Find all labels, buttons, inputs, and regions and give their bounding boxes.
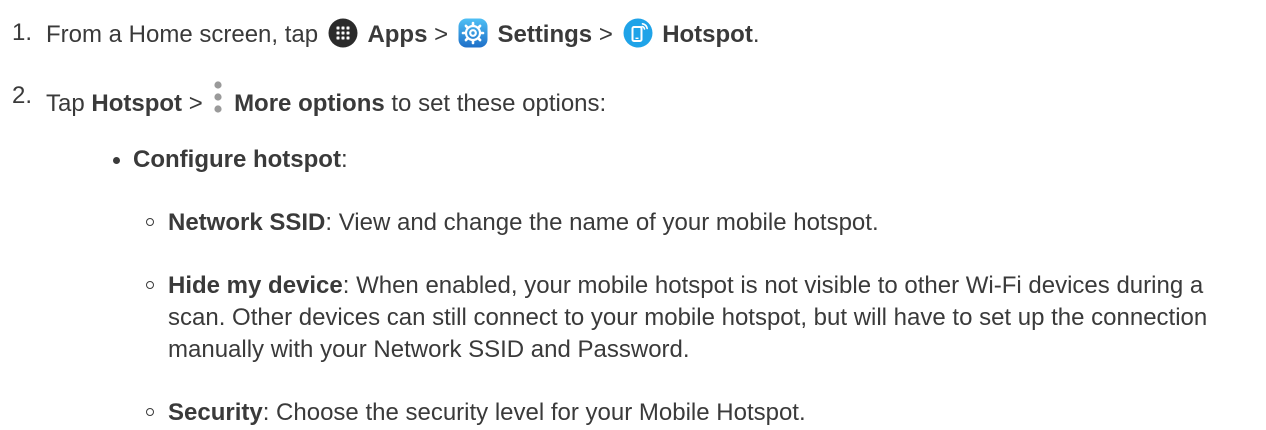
step-1-text: From a Home screen, tap Apps > Settings … <box>46 18 760 56</box>
option-hide-my-device: Hide my device: When enabled, your mobil… <box>0 271 1266 371</box>
hotspot-phone-icon <box>623 18 653 56</box>
step-2-prefix: Tap <box>46 90 92 117</box>
sub-bullet-circle <box>146 408 154 416</box>
settings-gear-icon <box>458 18 488 56</box>
configure-hotspot-label: Configure hotspot <box>133 146 341 173</box>
option-network-ssid-term: Network SSID <box>168 209 326 236</box>
apps-label: Apps <box>367 21 428 48</box>
option-hide-my-device-text: Hide my device: When enabled, your mobil… <box>168 270 1258 366</box>
more-options-vertical-dots-icon <box>212 81 224 123</box>
apps-grid-icon <box>328 18 358 56</box>
step-2-number: 2. <box>12 82 33 109</box>
option-security: Security: Choose the security level for … <box>0 398 1266 428</box>
step-2-hotspot-label: Hotspot <box>91 90 183 117</box>
option-security-term: Security <box>168 399 263 426</box>
option-network-ssid-text: Network SSID: View and change the name o… <box>168 208 879 238</box>
step-1-sep-2: > <box>592 21 620 48</box>
more-options-label: More options <box>234 90 385 117</box>
option-network-ssid-desc: : View and change the name of your mobil… <box>325 209 879 236</box>
bullet-dot <box>113 157 120 164</box>
step-1-number: 1. <box>12 19 33 46</box>
settings-label: Settings <box>497 21 593 48</box>
option-network-ssid: Network SSID: View and change the name o… <box>0 208 1266 238</box>
step-2-sep: > <box>182 90 210 117</box>
step-1-suffix: . <box>752 21 760 48</box>
configure-hotspot-item: Configure hotspot: <box>0 145 1266 175</box>
step-2-suffix: to set these options: <box>384 90 607 117</box>
configure-hotspot-suffix: : <box>340 146 348 173</box>
option-hide-my-device-term: Hide my device <box>168 272 343 299</box>
step-1-prefix: From a Home screen, tap <box>46 21 325 48</box>
configure-hotspot-text: Configure hotspot: <box>133 145 348 175</box>
sub-bullet-circle <box>146 218 154 226</box>
sub-bullet-circle <box>146 281 154 289</box>
hotspot-label: Hotspot <box>662 21 753 48</box>
option-security-text: Security: Choose the security level for … <box>168 398 806 428</box>
step-2-text: Tap Hotspot > More options to set these … <box>46 81 606 123</box>
option-security-desc: : Choose the security level for your Mob… <box>262 399 806 426</box>
step-1-sep-1: > <box>427 21 455 48</box>
